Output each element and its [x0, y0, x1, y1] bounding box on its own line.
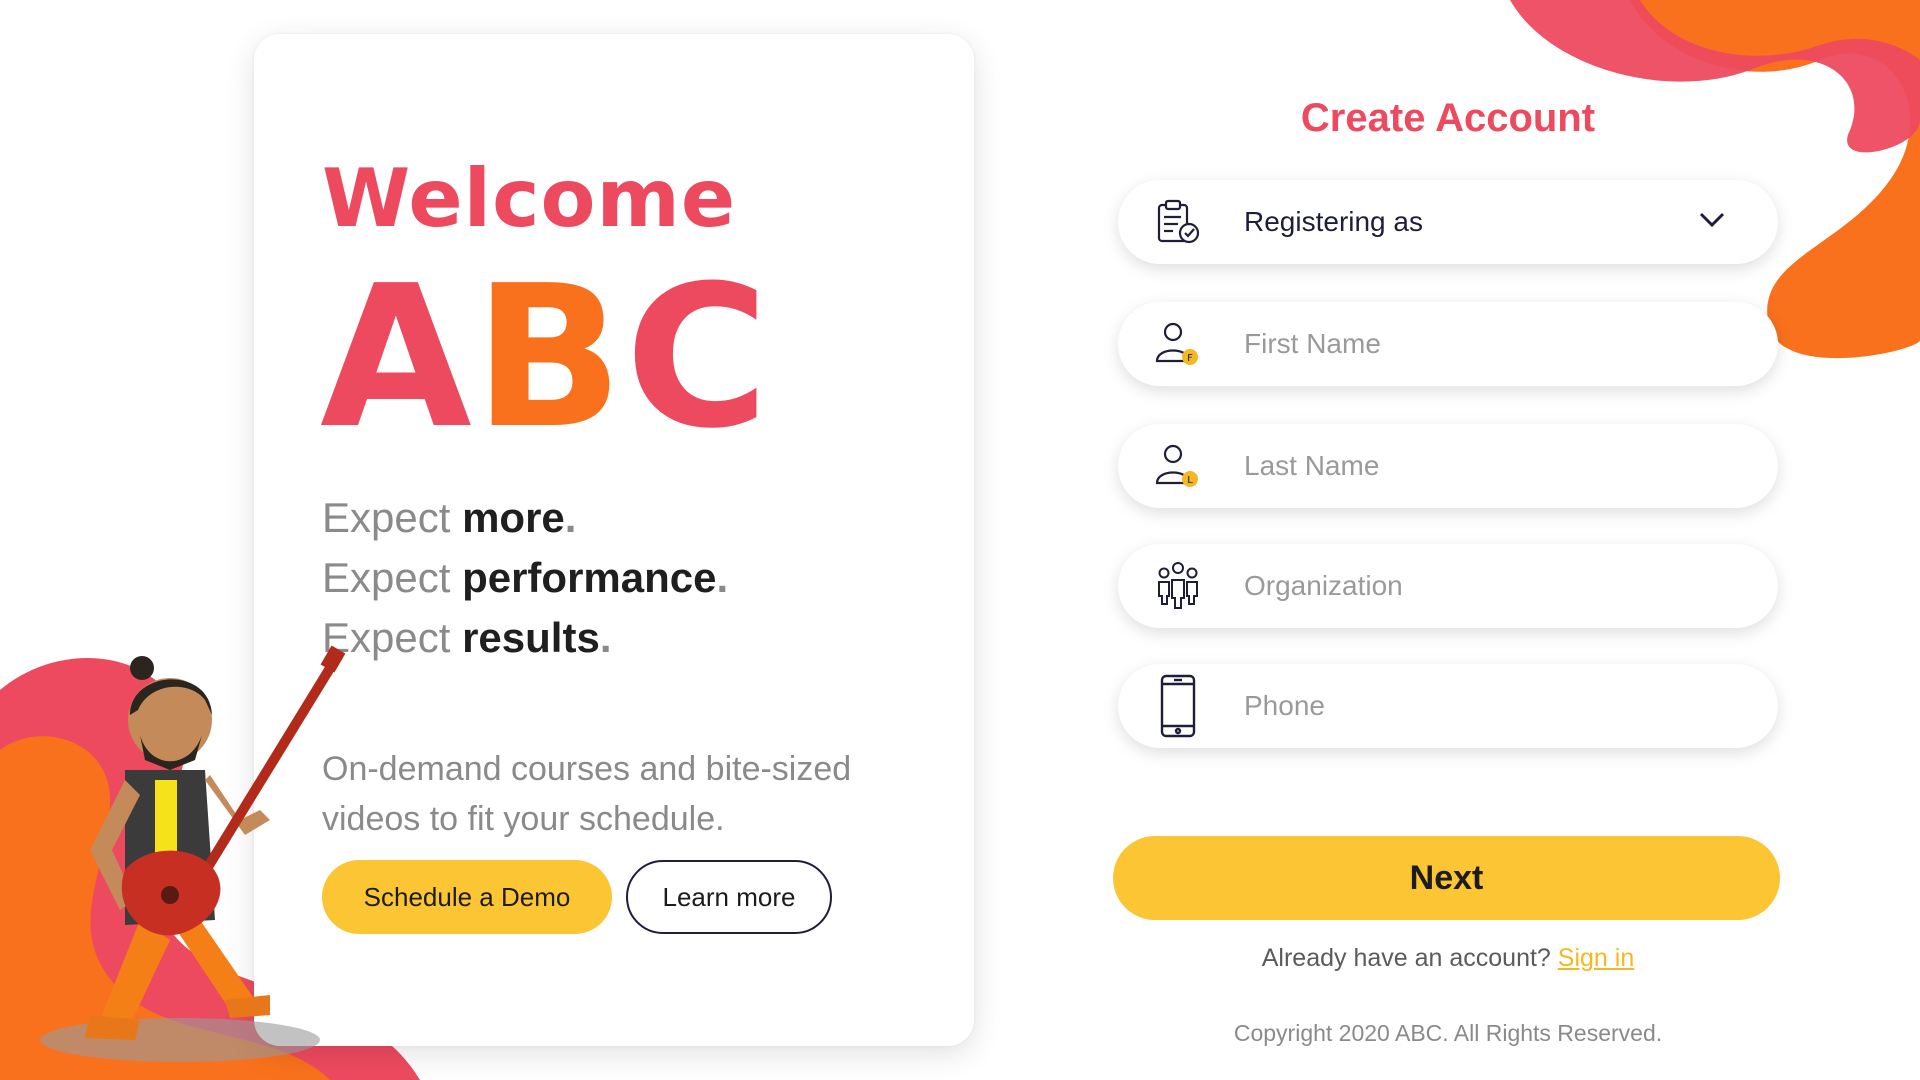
guitarist-illustration	[40, 645, 346, 1062]
tagline-dot: .	[716, 554, 729, 601]
user-f-icon: F	[1150, 316, 1206, 372]
signin-row: Already have an account? Sign in	[1118, 944, 1778, 973]
copyright-text: Copyright 2020 ABC. All Rights Reserved.	[1233, 1020, 1663, 1046]
create-account-title: Create Account	[1300, 96, 1596, 140]
registering-as-label: Registering as	[1244, 206, 1423, 237]
tagline-keyword: more	[462, 494, 565, 541]
sign-in-link[interactable]: Sign in	[1558, 944, 1634, 972]
tagline-keyword: results	[462, 614, 600, 661]
user-badge-letter: L	[1187, 475, 1193, 486]
brand-letter-c: C	[625, 244, 771, 472]
brand-letter-a: A	[320, 244, 474, 472]
phone-field[interactable]: Phone	[1118, 664, 1778, 748]
first-name-placeholder: First Name	[1244, 328, 1381, 359]
group-icon	[1150, 558, 1206, 614]
registering-as-dropdown[interactable]: Registering as	[1118, 180, 1778, 264]
organization-field[interactable]: Organization	[1118, 544, 1778, 628]
welcome-card: Welcome ABC Expect more. Expect performa…	[254, 34, 974, 1046]
last-name-placeholder: Last Name	[1244, 450, 1380, 481]
tagline-prefix: Expect	[322, 554, 463, 601]
chevron-down-icon	[1698, 211, 1726, 234]
phone-icon	[1150, 674, 1206, 738]
clipboard-check-icon	[1150, 194, 1206, 250]
schedule-demo-button[interactable]: Schedule a Demo	[322, 860, 612, 934]
user-badge-letter: F	[1187, 353, 1193, 364]
tagline-dot: .	[599, 614, 612, 661]
tagline-keyword: performance	[462, 554, 717, 601]
brand-logo-text: ABC	[320, 260, 771, 456]
tagline-prefix: Expect	[322, 494, 463, 541]
brand-letter-b: B	[473, 244, 626, 472]
tagline-line-3: Expect results.	[322, 614, 611, 662]
next-button[interactable]: Next	[1113, 836, 1780, 920]
last-name-field[interactable]: L Last Name	[1118, 424, 1778, 508]
learn-more-button[interactable]: Learn more	[626, 860, 832, 934]
signin-prompt: Already have an account?	[1261, 944, 1551, 972]
phone-placeholder: Phone	[1244, 690, 1325, 721]
tagline-dot: .	[564, 494, 577, 541]
tagline-line-2: Expect performance.	[322, 554, 728, 602]
hero-description: On-demand courses and bite-sized videos …	[322, 750, 852, 838]
first-name-field[interactable]: F First Name	[1118, 302, 1778, 386]
user-l-icon: L	[1150, 438, 1206, 494]
welcome-heading: Welcome	[322, 152, 737, 245]
organization-placeholder: Organization	[1244, 570, 1403, 601]
tagline-line-1: Expect more.	[322, 494, 576, 542]
